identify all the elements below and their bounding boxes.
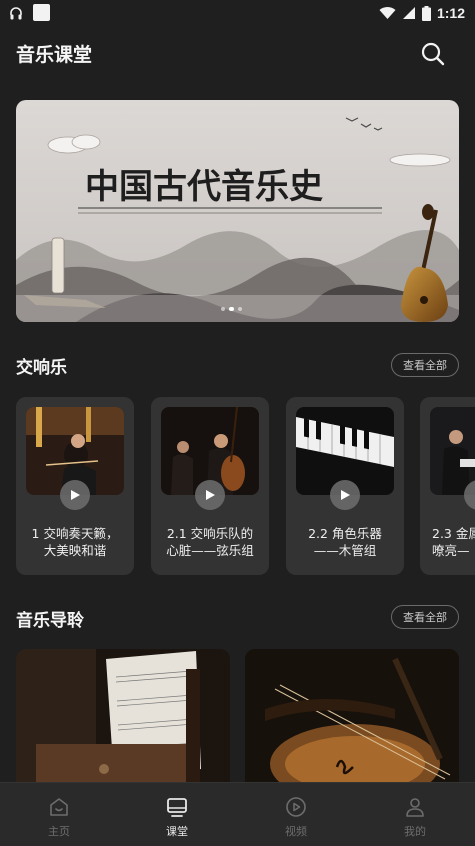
play-button[interactable] [60,480,90,510]
course-title: 2.3 金属 嘹亮— [432,525,475,559]
bottom-tab-bar: 主页 课堂 视频 我的 [0,782,475,846]
guide-thumbnail [16,649,230,789]
course-title-line: 2.3 金属 [432,526,475,541]
symphony-view-all-button[interactable]: 查看全部 [391,353,459,377]
course-title: 2.1 交响乐队的 心脏——弦乐组 [157,525,263,559]
symphony-course-list[interactable]: 1 交响奏天籁， 大美映和谐 2.1 交响乐队的 心脏——弦乐组 2.2 角色乐… [16,397,475,575]
tab-home[interactable]: 主页 [0,783,118,846]
course-title: 2.2 角色乐器 ——木管组 [292,525,398,559]
tab-profile[interactable]: 我的 [356,783,474,846]
guide-thumbnail [245,649,459,789]
banner-carousel[interactable]: 中国古代音乐史 [16,100,459,322]
battery-icon [421,5,431,21]
play-button[interactable] [195,480,225,510]
course-card[interactable]: 2.3 金属 嘹亮— [420,397,475,575]
status-time: 1:12 [436,5,465,21]
tab-label: 课堂 [166,825,188,838]
tab-label: 视频 [285,825,307,838]
section-title-guide: 音乐导聆 [16,611,84,631]
wifi-icon [379,6,396,20]
play-icon [71,490,80,500]
guide-card[interactable] [245,649,459,789]
play-icon [341,490,350,500]
app-header: 音乐课堂 [0,28,475,80]
carousel-dot-active [229,307,234,311]
course-title-line: ——木管组 [313,543,377,558]
course-title-line: 大美映和谐 [43,543,107,558]
carousel-dot [238,307,242,311]
tab-label: 我的 [404,825,426,838]
course-title-line: 2.2 角色乐器 [308,526,382,541]
home-icon [50,798,68,816]
banner-image: 中国古代音乐史 [16,100,459,322]
course-thumbnail [430,407,475,495]
classroom-icon [167,798,187,817]
play-button[interactable] [330,480,360,510]
course-title-line: 1 交响奏天籁， [31,526,119,541]
course-title: 1 交响奏天籁， 大美映和谐 [22,525,128,559]
course-title-line: 2.1 交响乐队的 [166,526,254,541]
notification-icon [33,4,50,21]
guide-card[interactable] [16,649,230,789]
guide-view-all-button[interactable]: 查看全部 [391,605,459,629]
tab-classroom[interactable]: 课堂 [118,783,236,846]
course-card[interactable]: 2.1 交响乐队的 心脏——弦乐组 [151,397,269,575]
course-title-line: 心脏——弦乐组 [166,543,254,558]
signal-icon [402,7,415,19]
course-card[interactable]: 2.2 角色乐器 ——木管组 [286,397,404,575]
search-icon[interactable] [418,39,448,69]
banner-title: 中国古代音乐史 [85,167,323,207]
headset-icon [10,7,22,20]
page-title: 音乐课堂 [16,44,93,66]
carousel-indicator [221,307,242,311]
tab-label: 主页 [48,825,70,838]
carousel-dot [221,307,225,311]
course-card[interactable]: 1 交响奏天籁， 大美映和谐 [16,397,134,575]
section-title-symphony: 交响乐 [16,358,67,378]
status-bar: 1:12 [0,0,475,28]
course-title-line: 嘹亮— [432,543,470,558]
video-icon [286,797,306,817]
play-icon [206,490,215,500]
tab-video[interactable]: 视频 [237,783,355,846]
profile-icon [406,798,424,817]
